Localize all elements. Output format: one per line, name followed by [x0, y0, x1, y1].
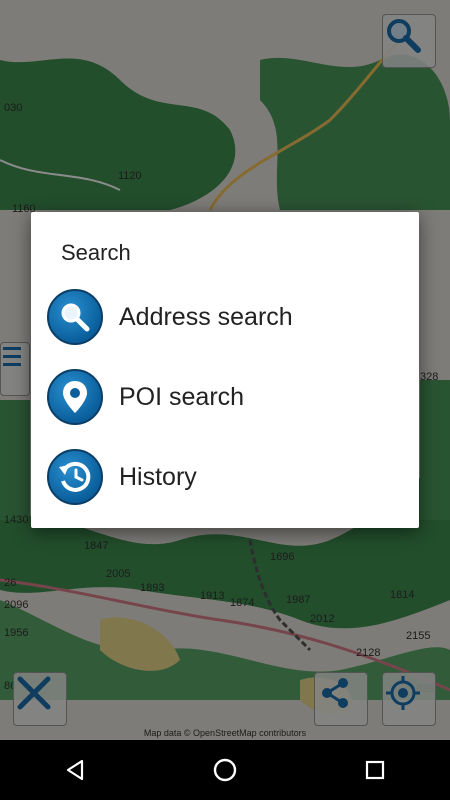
search-dialog: Search Address search POI search History	[31, 212, 419, 528]
option-label: POI search	[119, 382, 245, 411]
back-button[interactable]	[45, 740, 105, 800]
option-label: History	[119, 462, 197, 491]
home-button[interactable]	[195, 740, 255, 800]
system-navigation-bar	[0, 740, 450, 800]
history-clock-icon	[47, 449, 103, 505]
option-address-search[interactable]: Address search	[47, 285, 419, 349]
magnifier-icon	[47, 289, 103, 345]
dialog-title: Search	[61, 240, 131, 265]
location-pin-icon	[47, 369, 103, 425]
option-label: Address search	[119, 302, 293, 331]
option-poi-search[interactable]: POI search	[47, 365, 419, 429]
back-triangle-icon	[66, 759, 84, 781]
option-history[interactable]: History	[47, 445, 419, 509]
recents-button[interactable]	[345, 740, 405, 800]
home-circle-icon	[213, 758, 237, 782]
recents-square-icon	[365, 760, 385, 780]
